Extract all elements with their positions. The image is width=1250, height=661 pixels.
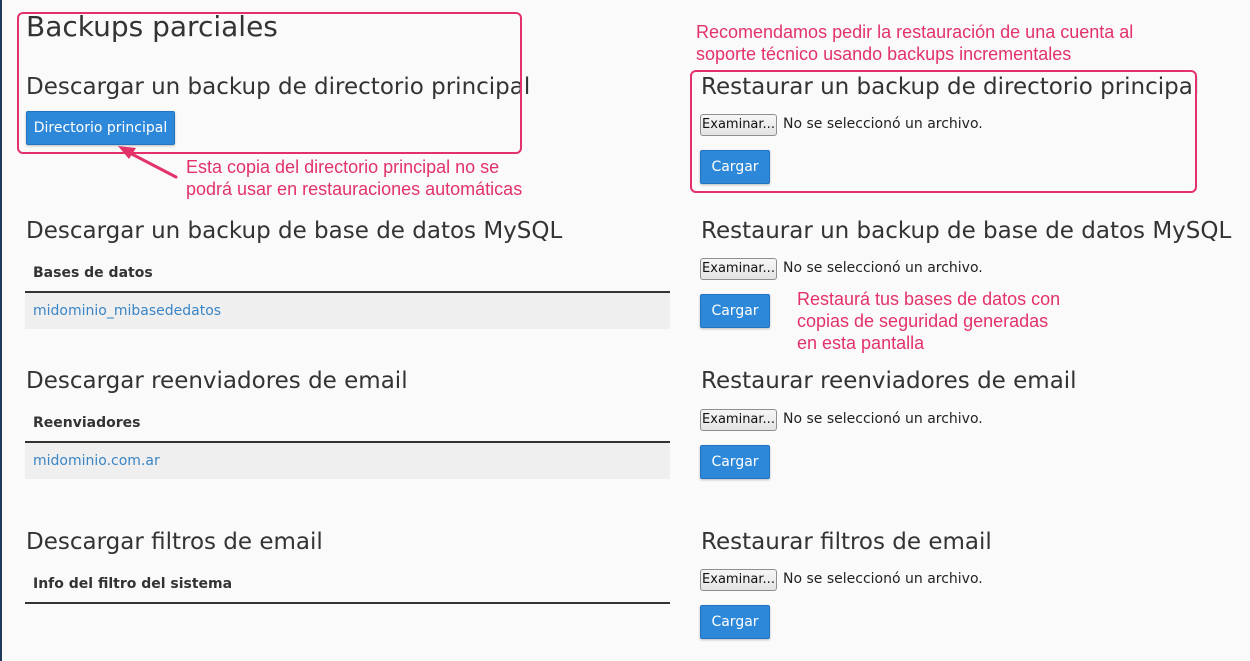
mysql-file-picker: Examinar... No se seleccionó un archivo. (700, 257, 983, 280)
annotation-box-right (690, 70, 1197, 193)
annotation-note-mysql: Restaurá tus bases de datos con copias d… (797, 289, 1061, 353)
annotation-box-left (17, 12, 522, 154)
table-row: midominio.com.ar (25, 443, 670, 479)
forwarders-table: Reenviadores midominio.com.ar (25, 405, 670, 479)
filters-download-title: Descargar filtros de email (26, 529, 323, 555)
annotation-arrow-icon (118, 146, 178, 179)
forwarders-file-status: No se seleccionó un archivo. (783, 410, 983, 427)
mysql-db-link[interactable]: midominio_mibasededatos (33, 303, 221, 319)
mysql-table: Bases de datos midominio_mibasededatos (25, 255, 670, 329)
mysql-download-title: Descargar un backup de base de datos MyS… (26, 218, 563, 244)
forwarders-restore-title: Restaurar reenviadores de email (701, 368, 1077, 394)
forwarders-download-title: Descargar reenviadores de email (26, 368, 408, 394)
filters-file-picker: Examinar... No se seleccionó un archivo. (700, 568, 983, 591)
filters-table-header: Info del filtro del sistema (33, 576, 233, 592)
filters-browse-button[interactable]: Examinar... (700, 568, 777, 591)
filters-table-divider (25, 602, 670, 604)
mysql-restore-title: Restaurar un backup de base de datos MyS… (701, 218, 1232, 244)
filters-restore-title: Restaurar filtros de email (701, 529, 992, 555)
forwarders-browse-button[interactable]: Examinar... (700, 408, 777, 431)
mysql-table-header: Bases de datos (33, 265, 153, 281)
table-row: midominio_mibasededatos (25, 293, 670, 329)
forwarders-file-picker: Examinar... No se seleccionó un archivo. (700, 408, 983, 431)
filters-upload-button[interactable]: Cargar (700, 605, 770, 639)
forwarders-table-header: Reenviadores (33, 415, 141, 431)
forwarders-upload-button[interactable]: Cargar (700, 445, 770, 479)
annotation-note-top-right: Recomendamos pedir la restauración de un… (696, 22, 1134, 64)
annotation-note-home-dir: Esta copia del directorio principal no s… (186, 157, 523, 199)
left-edge-border (0, 0, 2, 661)
mysql-upload-button[interactable]: Cargar (700, 294, 770, 328)
filters-file-status: No se seleccionó un archivo. (783, 570, 983, 587)
filters-table: Info del filtro del sistema (25, 566, 670, 604)
mysql-browse-button[interactable]: Examinar... (700, 257, 777, 280)
mysql-file-status: No se seleccionó un archivo. (783, 259, 983, 276)
forwarders-domain-link[interactable]: midominio.com.ar (33, 453, 160, 469)
